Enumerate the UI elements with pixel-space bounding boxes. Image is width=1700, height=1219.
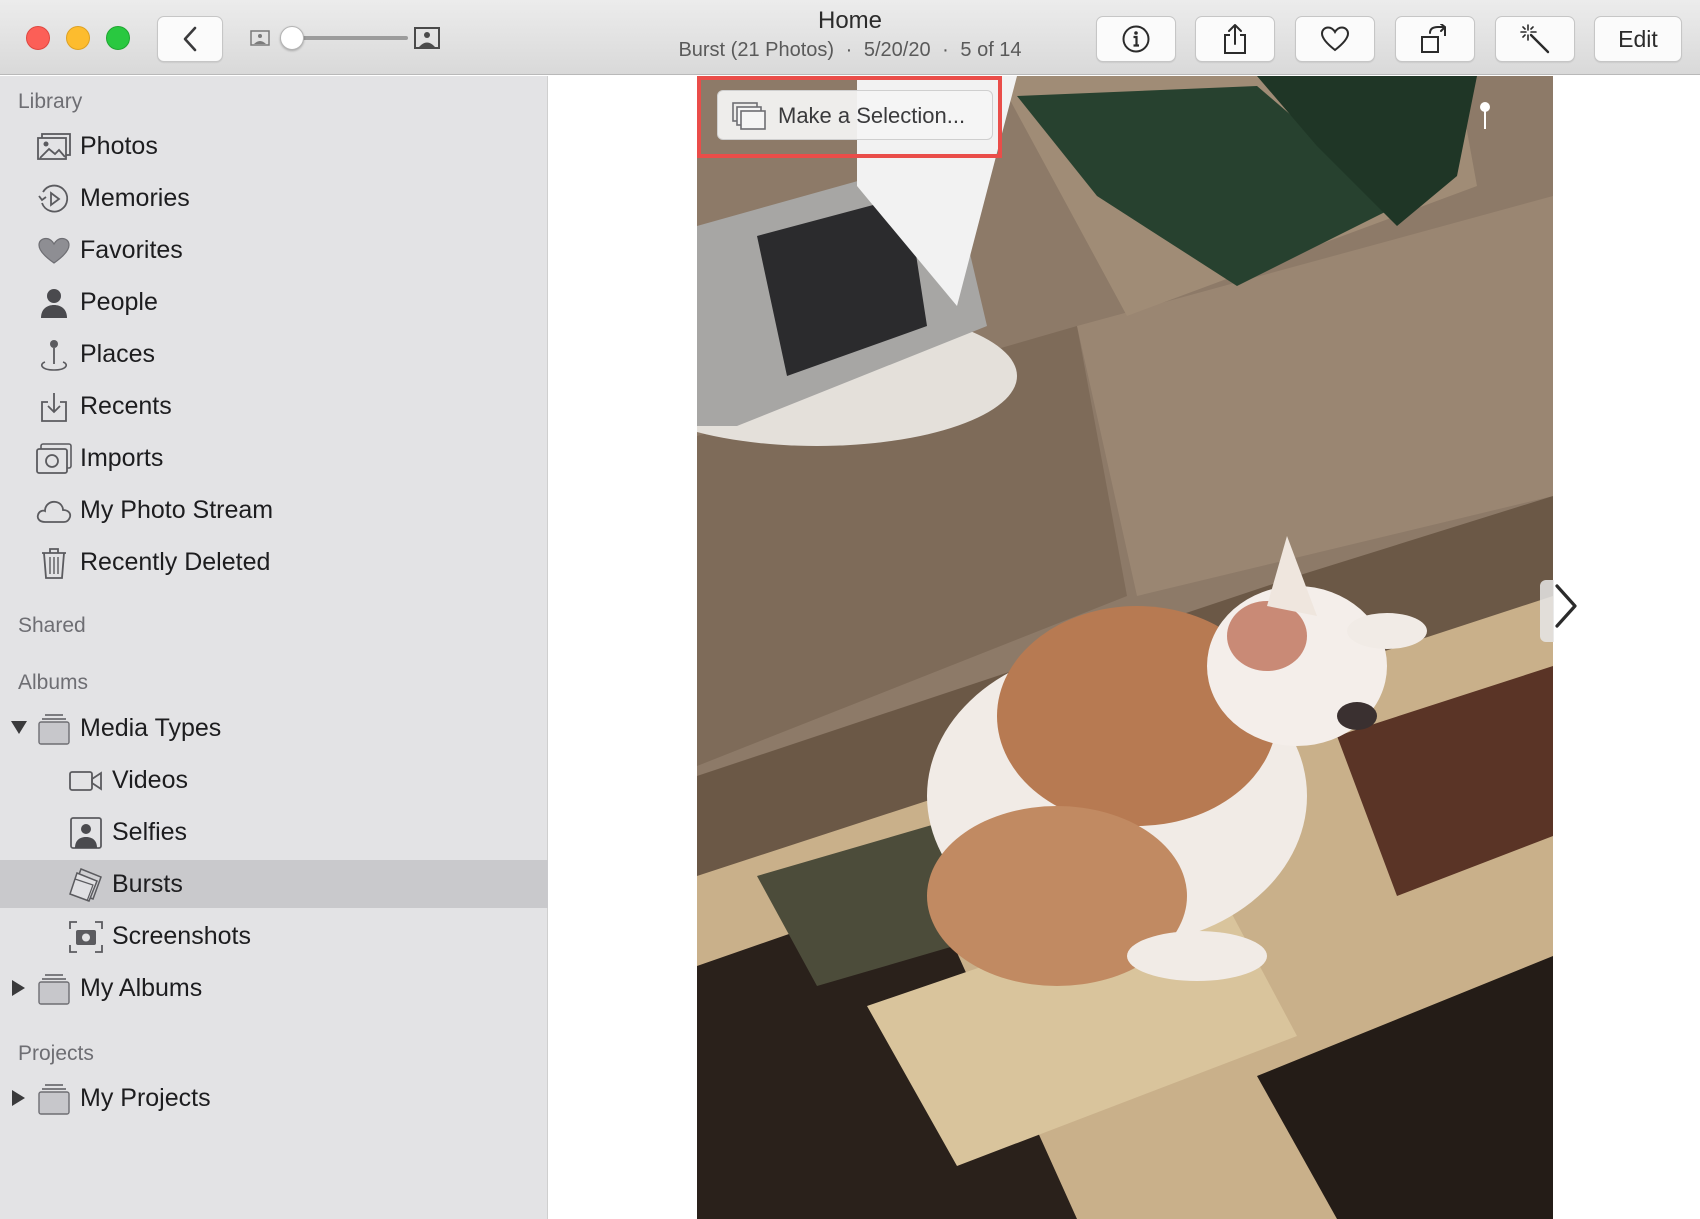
disclosure-right-icon[interactable] (10, 1089, 26, 1107)
sidebar-item-my-photo-stream[interactable]: My Photo Stream (0, 486, 548, 534)
rotate-button[interactable] (1395, 16, 1475, 62)
cloud-icon (36, 495, 72, 527)
sidebar-item-label: Screenshots (112, 921, 251, 950)
sidebar-item-videos[interactable]: Videos (0, 756, 548, 804)
sidebar-item-imports[interactable]: Imports (0, 434, 548, 482)
pin-icon (1480, 102, 1490, 129)
info-icon (1122, 25, 1150, 53)
sidebar-item-recently-deleted[interactable]: Recently Deleted (0, 538, 548, 586)
sidebar-item-label: Bursts (112, 869, 183, 898)
sidebar-item-label: Imports (80, 443, 164, 472)
sidebar-item-media-types[interactable]: Media Types (0, 704, 548, 752)
window-subtitle: Burst (21 Photos) · 5/20/20 · 5 of 14 (600, 36, 1100, 64)
zoom-slider[interactable] (250, 24, 442, 52)
trash-icon (36, 547, 72, 579)
heart-icon (36, 235, 72, 267)
library-header: Library (18, 90, 83, 113)
memories-icon (36, 183, 72, 215)
sidebar-item-photos[interactable]: Photos (0, 122, 548, 170)
minimize-window-button[interactable] (66, 26, 90, 50)
large-photo-icon (414, 27, 440, 49)
person-icon (36, 287, 72, 319)
favorite-button[interactable] (1295, 16, 1375, 62)
photo-viewer: Make a Selection... (549, 76, 1700, 1219)
album-stack-icon (36, 1083, 72, 1115)
sidebar-item-label: My Albums (80, 973, 203, 1002)
window-title-block: Home Burst (21 Photos) · 5/20/20 · 5 of … (600, 6, 1100, 64)
rotate-icon (1421, 24, 1446, 53)
sidebar-item-label: My Photo Stream (80, 495, 274, 524)
info-button[interactable] (1096, 16, 1176, 62)
album-stack-icon (36, 713, 72, 745)
zoom-window-button[interactable] (106, 26, 130, 50)
albums-header: Albums (18, 671, 89, 694)
sidebar-item-recents[interactable]: Recents (0, 382, 548, 430)
screenshot-icon (68, 921, 104, 953)
heart-icon (1320, 26, 1350, 52)
toolbar: Home Burst (21 Photos) · 5/20/20 · 5 of … (0, 0, 1700, 75)
disclosure-right-icon[interactable] (10, 979, 26, 997)
sidebar-item-label: Media Types (80, 713, 222, 742)
zoom-slider-track[interactable] (288, 36, 408, 40)
sidebar-item-label: Videos (112, 765, 188, 794)
sidebar-item-label: People (80, 287, 158, 316)
projects-header: Projects (18, 1042, 94, 1065)
small-photo-icon (250, 30, 270, 46)
burst-stack-icon (732, 102, 766, 130)
magic-wand-icon (1520, 24, 1550, 54)
zoom-slider-knob[interactable] (280, 26, 304, 50)
sidebar-item-places[interactable]: Places (0, 330, 548, 378)
sidebar-item-my-projects[interactable]: My Projects (0, 1074, 548, 1122)
sidebar-item-label: Places (80, 339, 156, 368)
window-title: Home (817, 7, 883, 34)
video-camera-icon (68, 765, 104, 797)
shared-header[interactable]: Shared (18, 614, 86, 638)
sidebar-item-screenshots[interactable]: Screenshots (0, 912, 548, 960)
subtitle-separator: · (942, 39, 949, 61)
make-selection-button[interactable]: Make a Selection... (717, 90, 993, 140)
burst-count: Burst (21 Photos) (678, 39, 835, 61)
sidebar-item-label: Recents (80, 391, 172, 420)
selfie-icon (68, 817, 104, 849)
edit-button[interactable]: Edit (1594, 16, 1682, 62)
photos-icon (36, 131, 72, 163)
photo-date: 5/20/20 (863, 39, 931, 61)
sidebar-item-label: Memories (80, 183, 190, 212)
sidebar-item-my-albums[interactable]: My Albums (0, 964, 548, 1012)
close-window-button[interactable] (26, 26, 50, 50)
sidebar-item-label: Selfies (112, 817, 188, 846)
sidebar-item-bursts[interactable]: Bursts (0, 860, 548, 908)
photo-image (697, 76, 1553, 1219)
share-icon (1224, 24, 1246, 54)
map-pin-icon (36, 339, 72, 371)
make-selection-label: Make a Selection... (778, 103, 966, 128)
sidebar-item-selfies[interactable]: Selfies (0, 808, 548, 856)
sidebar: Library Photos Memories Favorites People… (0, 76, 548, 1219)
auto-enhance-button[interactable] (1495, 16, 1575, 62)
sidebar-item-label: Favorites (80, 235, 183, 264)
sidebar-item-favorites[interactable]: Favorites (0, 226, 548, 274)
camera-icon (36, 443, 72, 475)
sidebar-item-label: My Projects (80, 1083, 211, 1112)
burst-photo[interactable] (697, 76, 1553, 1219)
subtitle-separator: · (845, 39, 853, 61)
back-button[interactable] (157, 16, 223, 62)
disclosure-down-icon[interactable] (10, 719, 28, 735)
sidebar-item-memories[interactable]: Memories (0, 174, 548, 222)
chevron-right-icon[interactable] (1551, 582, 1579, 630)
sidebar-item-label: Photos (80, 131, 158, 160)
sidebar-item-label: Recently Deleted (80, 547, 271, 576)
photo-position: 5 of 14 (960, 39, 1022, 61)
sidebar-item-people[interactable]: People (0, 278, 548, 326)
album-stack-icon (36, 973, 72, 1005)
tray-download-icon (36, 391, 72, 423)
chevron-left-icon (183, 26, 197, 52)
bursts-icon (68, 868, 104, 902)
share-button[interactable] (1195, 16, 1275, 62)
